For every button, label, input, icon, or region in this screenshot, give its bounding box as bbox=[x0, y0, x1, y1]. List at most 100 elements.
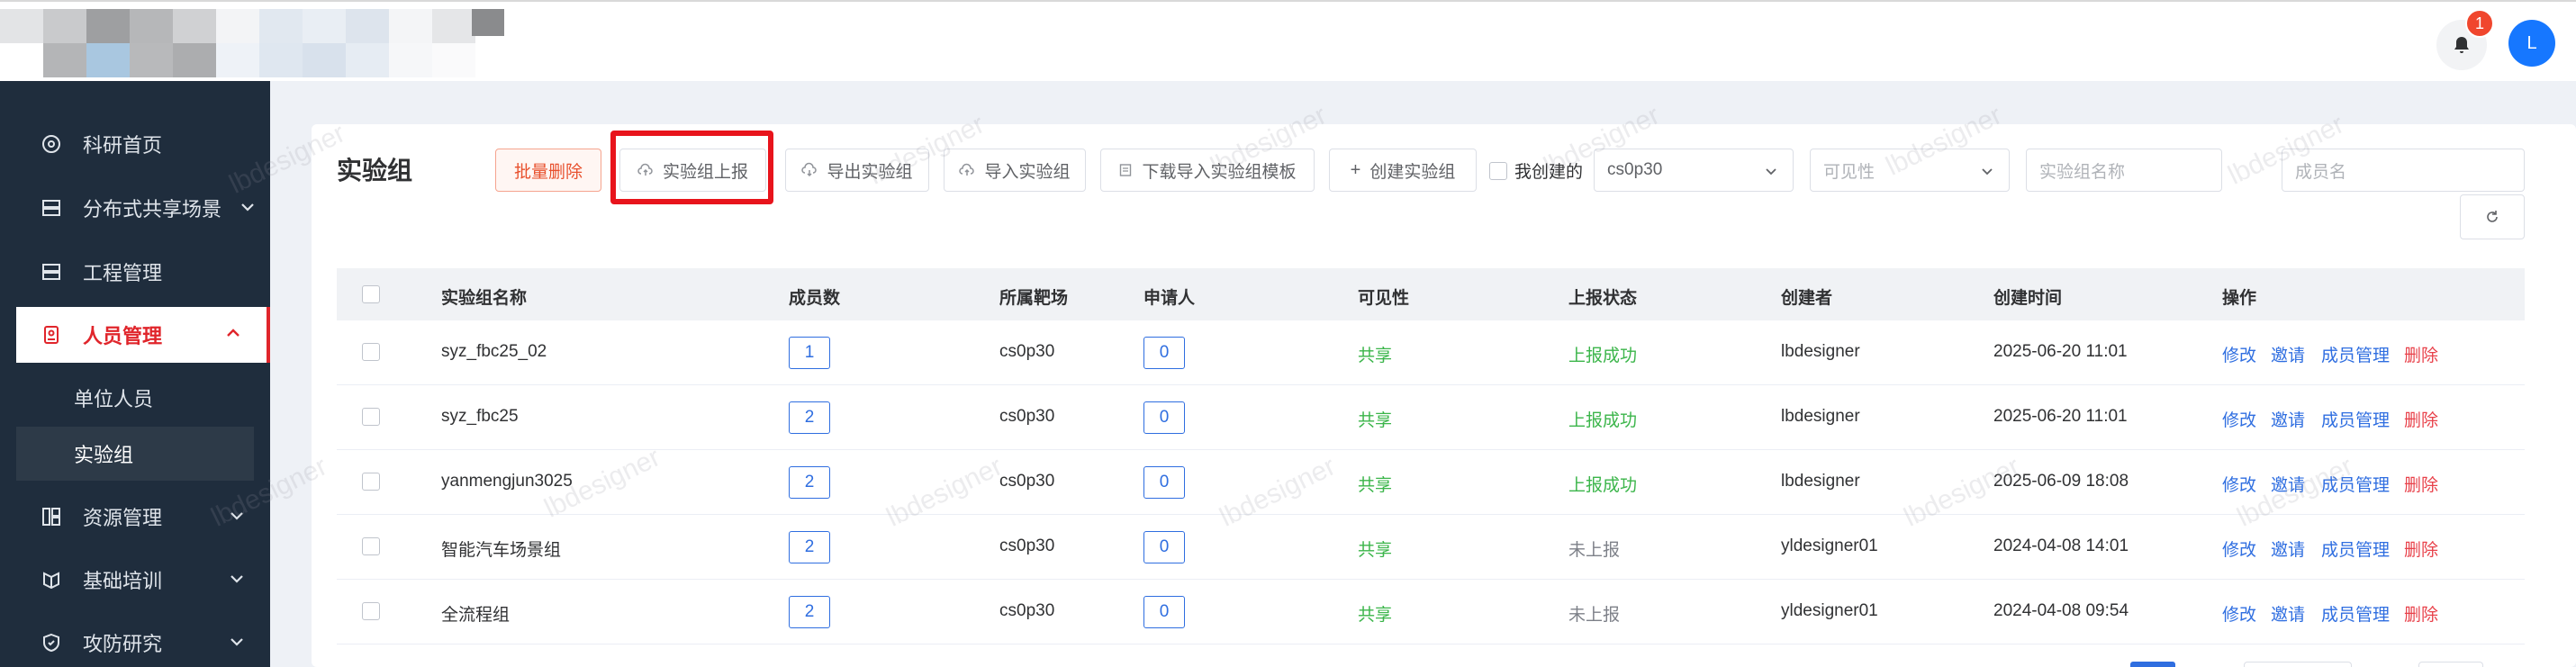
creator: yldesigner01 bbox=[1781, 536, 1878, 555]
input-placeholder: 实验组名称 bbox=[2039, 162, 2126, 182]
select-value: cs0p30 bbox=[1607, 160, 1663, 179]
sidebar-subitem-unit-personnel[interactable]: 单位人员 bbox=[16, 371, 254, 425]
delete-link[interactable]: 删除 bbox=[2404, 536, 2438, 561]
member-name-input[interactable]: 成员名 bbox=[2282, 149, 2525, 192]
invite-link[interactable]: 邀请 bbox=[2271, 601, 2305, 626]
server-icon bbox=[40, 260, 63, 284]
member-count[interactable]: 2 bbox=[789, 401, 830, 434]
sidebar-subitem-label: 实验组 bbox=[74, 444, 134, 466]
delete-link[interactable]: 删除 bbox=[2404, 601, 2438, 626]
member-count[interactable]: 2 bbox=[789, 596, 830, 628]
button-label: 批量删除 bbox=[513, 162, 583, 182]
member-management-link[interactable]: 成员管理 bbox=[2321, 342, 2390, 366]
column-header: 上报状态 bbox=[1568, 289, 1638, 308]
range-select[interactable]: cs0p30 bbox=[1594, 149, 1794, 192]
sidebar-item-project-management[interactable]: 工程管理 bbox=[16, 245, 270, 299]
invite-link[interactable]: 邀请 bbox=[2271, 342, 2305, 366]
visibility: 共享 bbox=[1358, 476, 1393, 495]
cloud-upload-icon bbox=[959, 163, 975, 176]
column-header: 所属靶场 bbox=[999, 289, 1069, 308]
chevron-down-icon bbox=[230, 575, 243, 583]
row-checkbox[interactable] bbox=[362, 343, 380, 361]
row-checkbox[interactable] bbox=[362, 537, 380, 555]
column-header: 创建者 bbox=[1781, 289, 1833, 308]
logo bbox=[0, 9, 504, 77]
row-checkbox[interactable] bbox=[362, 473, 380, 491]
row-checkbox[interactable] bbox=[362, 602, 380, 620]
range-name: cs0p30 bbox=[999, 407, 1055, 426]
edit-link[interactable]: 修改 bbox=[2222, 407, 2256, 431]
server-icon bbox=[40, 196, 63, 220]
created-by-me-checkbox[interactable]: 我创建的 bbox=[1489, 158, 1583, 183]
chevron-down-icon bbox=[230, 512, 243, 520]
member-management-link[interactable]: 成员管理 bbox=[2321, 601, 2390, 626]
grid-icon bbox=[40, 505, 63, 528]
row-checkbox[interactable] bbox=[362, 408, 380, 426]
file-icon bbox=[1120, 164, 1132, 176]
member-management-link[interactable]: 成员管理 bbox=[2321, 472, 2390, 496]
created-time: 2024-04-08 09:54 bbox=[1993, 601, 2129, 620]
import-group-button[interactable]: 导入实验组 bbox=[944, 149, 1086, 192]
sidebar-item-attack-defense[interactable]: 攻防研究 bbox=[16, 616, 270, 667]
table-header: 实验组名称 成员数 所属靶场 申请人 可见性 上报状态 创建者 创建时间 操作 bbox=[337, 268, 2525, 320]
sidebar-item-label: 资源管理 bbox=[83, 507, 163, 529]
creator: lbdesigner bbox=[1781, 342, 1860, 361]
create-group-button[interactable]: + 创建实验组 bbox=[1329, 149, 1477, 192]
applicant-count[interactable]: 0 bbox=[1143, 337, 1185, 369]
batch-delete-button[interactable]: 批量删除 bbox=[495, 149, 601, 192]
sidebar-subitem-experiment-group[interactable]: 实验组 bbox=[16, 427, 254, 481]
member-count[interactable]: 2 bbox=[789, 466, 830, 499]
invite-link[interactable]: 邀请 bbox=[2271, 407, 2305, 431]
edit-link[interactable]: 修改 bbox=[2222, 342, 2256, 366]
table-row: syz_fbc25 2 cs0p30 0 共享 上报成功 lbdesigner … bbox=[337, 385, 2525, 450]
member-count[interactable]: 1 bbox=[789, 337, 830, 369]
edit-link[interactable]: 修改 bbox=[2222, 472, 2256, 496]
download-template-button[interactable]: 下载导入实验组模板 bbox=[1100, 149, 1315, 192]
user-avatar[interactable]: L bbox=[2508, 20, 2555, 67]
sidebar-item-basic-training[interactable]: 基础培训 bbox=[16, 553, 270, 607]
sidebar-item-resource-management[interactable]: 资源管理 bbox=[16, 490, 270, 544]
pagination-page-size-select[interactable] bbox=[2244, 662, 2352, 667]
group-name: 智能汽车场景组 bbox=[441, 541, 562, 560]
table-row: syz_fbc25_02 1 cs0p30 0 共享 上报成功 lbdesign… bbox=[337, 320, 2525, 385]
sidebar-item-distributed-scenes[interactable]: 分布式共享场景 bbox=[16, 181, 270, 235]
member-management-link[interactable]: 成员管理 bbox=[2321, 407, 2390, 431]
chevron-down-icon bbox=[1982, 168, 1993, 176]
edit-link[interactable]: 修改 bbox=[2222, 601, 2256, 626]
visibility: 共享 bbox=[1358, 606, 1393, 625]
member-count[interactable]: 2 bbox=[789, 531, 830, 563]
applicant-count[interactable]: 0 bbox=[1143, 596, 1185, 628]
report-status: 上报成功 bbox=[1568, 347, 1638, 365]
visibility: 共享 bbox=[1358, 347, 1393, 365]
select-all-checkbox[interactable] bbox=[362, 285, 380, 303]
training-icon bbox=[40, 568, 63, 591]
group-name-input[interactable]: 实验组名称 bbox=[2026, 149, 2222, 192]
sidebar-item-research-home[interactable]: 科研首页 bbox=[16, 117, 270, 171]
applicant-count[interactable]: 0 bbox=[1143, 531, 1185, 563]
highlight-annotation-box bbox=[610, 131, 773, 204]
group-name: yanmengjun3025 bbox=[441, 472, 573, 491]
chevron-down-icon bbox=[1766, 168, 1776, 176]
invite-link[interactable]: 邀请 bbox=[2271, 472, 2305, 496]
visibility-select[interactable]: 可见性 bbox=[1810, 149, 2010, 192]
applicant-count[interactable]: 0 bbox=[1143, 401, 1185, 434]
delete-link[interactable]: 删除 bbox=[2404, 342, 2438, 366]
button-label: 创建实验组 bbox=[1369, 162, 1456, 182]
button-label: 导入实验组 bbox=[984, 162, 1071, 182]
pagination-jump-input[interactable] bbox=[2418, 662, 2483, 667]
group-name: syz_fbc25_02 bbox=[441, 342, 547, 361]
delete-link[interactable]: 删除 bbox=[2404, 407, 2438, 431]
report-status: 未上报 bbox=[1568, 606, 1621, 625]
member-management-link[interactable]: 成员管理 bbox=[2321, 536, 2390, 561]
checkbox[interactable] bbox=[1489, 161, 1507, 180]
delete-link[interactable]: 删除 bbox=[2404, 472, 2438, 496]
refresh-button[interactable] bbox=[2460, 194, 2525, 239]
column-header: 可见性 bbox=[1358, 289, 1410, 308]
export-group-button[interactable]: 导出实验组 bbox=[785, 149, 929, 192]
applicant-count[interactable]: 0 bbox=[1143, 466, 1185, 499]
pagination-current-page[interactable] bbox=[2130, 662, 2175, 667]
sidebar-item-personnel-management[interactable]: 人员管理 bbox=[16, 307, 270, 363]
input-placeholder: 成员名 bbox=[2295, 162, 2347, 182]
edit-link[interactable]: 修改 bbox=[2222, 536, 2256, 561]
invite-link[interactable]: 邀请 bbox=[2271, 536, 2305, 561]
